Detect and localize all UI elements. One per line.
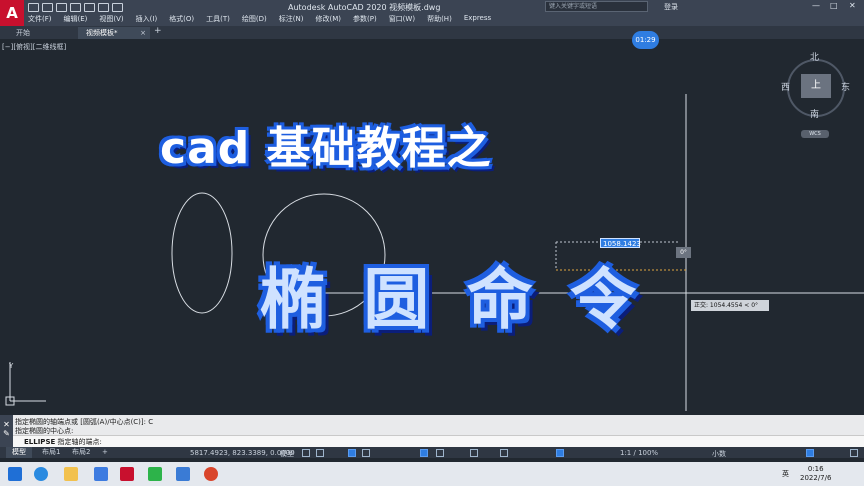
menu-window[interactable]: 窗口(W)	[389, 14, 415, 24]
settings-icon[interactable]: ✎	[0, 429, 13, 438]
ellipse-shape[interactable]	[171, 192, 233, 314]
search-input[interactable]: 键入关键字或短语	[545, 1, 648, 12]
video-headline: cad 基础教程之	[160, 123, 492, 174]
minimize-icon[interactable]: —	[812, 1, 820, 10]
dynamic-length-input[interactable]: 1058.1423	[600, 238, 641, 248]
menu-dimension[interactable]: 标注(N)	[279, 14, 304, 24]
viewport-controls[interactable]: [−][俯视][二维线框]	[2, 42, 66, 52]
polar-icon[interactable]	[362, 449, 370, 457]
window-title: Autodesk AutoCAD 2020 视频模板.dwg	[288, 3, 441, 12]
ortho-icon[interactable]	[348, 449, 356, 457]
save-icon[interactable]	[56, 3, 67, 12]
transparency-icon[interactable]	[500, 449, 508, 457]
osnap-icon[interactable]	[420, 449, 428, 457]
subtitle-char: 令	[569, 261, 636, 338]
viewcube-north[interactable]: 北	[810, 50, 819, 63]
edge-icon[interactable]	[34, 467, 48, 481]
otrack-icon[interactable]	[436, 449, 444, 457]
model-space-toggle[interactable]: 模型	[280, 449, 294, 459]
system-clock[interactable]: 0:16 2022/7/6	[800, 465, 831, 483]
menu-format[interactable]: 格式(O)	[169, 14, 194, 24]
login-link[interactable]: 登录	[664, 2, 678, 12]
menu-insert[interactable]: 插入(I)	[136, 14, 158, 24]
chrome-icon[interactable]	[204, 467, 218, 481]
tab-close-icon[interactable]: ×	[140, 27, 146, 39]
save-as-icon[interactable]	[70, 3, 81, 12]
add-layout-button[interactable]: +	[96, 447, 114, 458]
tab-start[interactable]: 开始	[8, 27, 76, 39]
tab-label: 视频模板*	[86, 29, 118, 37]
close-icon[interactable]: ✕	[0, 420, 13, 429]
clock-date: 2022/7/6	[800, 474, 832, 482]
command-keyword: ELLIPSE	[24, 438, 56, 446]
viewcube-west[interactable]: 西	[781, 80, 790, 93]
autocad-logo-icon[interactable]: A	[0, 0, 24, 26]
drawing-geometry[interactable]	[0, 39, 864, 415]
new-tab-button[interactable]: +	[154, 26, 162, 36]
viewcube-top-face[interactable]: 上	[801, 74, 831, 98]
wechat-icon[interactable]	[148, 467, 162, 481]
menu-parametric[interactable]: 参数(P)	[353, 14, 377, 24]
command-line-handle[interactable]: ✕ ✎	[0, 415, 13, 447]
subtitle-char: 圆	[363, 261, 430, 338]
menu-tools[interactable]: 工具(T)	[206, 14, 230, 24]
undo-icon[interactable]	[98, 3, 109, 12]
polar-tooltip: 正交: 1054.4554 < 0°	[691, 300, 769, 311]
snap-icon[interactable]	[316, 449, 324, 457]
menu-bar: 文件(F) 编辑(E) 视图(V) 插入(I) 格式(O) 工具(T) 绘图(D…	[28, 14, 491, 24]
menu-help[interactable]: 帮助(H)	[427, 14, 452, 24]
command-input[interactable]: ELLIPSE 指定轴的端点:	[0, 435, 864, 447]
redo-icon[interactable]	[112, 3, 123, 12]
annotation-scale[interactable]: 1:1 / 100%	[620, 449, 658, 457]
tab-layout2[interactable]: 布局2	[66, 447, 96, 458]
wcs-menu[interactable]: WCS	[801, 130, 829, 138]
cursor-coordinates: 5817.4923, 823.3389, 0.0000	[190, 449, 295, 457]
subtitle-char: 椭	[260, 261, 326, 338]
title-bar: A Autodesk AutoCAD 2020 视频模板.dwg 键入关键字或短…	[0, 0, 864, 26]
viewcube-south[interactable]: 南	[810, 107, 819, 120]
new-file-icon[interactable]	[28, 3, 39, 12]
tab-video-template[interactable]: 视频模板* ×	[78, 27, 150, 39]
menu-file[interactable]: 文件(F)	[28, 14, 52, 24]
subtitle-char: 命	[466, 261, 533, 338]
lineweight-icon[interactable]	[470, 449, 478, 457]
command-history: 指定椭圆的轴端点或 [圆弧(A)/中心点(C)]: C 指定椭圆的中心点:	[0, 415, 864, 435]
viewcube-east[interactable]: 东	[841, 80, 850, 93]
menu-express[interactable]: Express	[464, 14, 491, 24]
video-subtitle: 椭 圆 命 令	[248, 255, 648, 355]
menu-edit[interactable]: 编辑(E)	[64, 14, 88, 24]
file-explorer-icon[interactable]	[64, 467, 78, 481]
quick-access-toolbar	[28, 3, 123, 13]
menu-draw[interactable]: 绘图(D)	[242, 14, 267, 24]
command-prompt: ELLIPSE 指定轴的端点:	[24, 437, 102, 447]
menu-modify[interactable]: 修改(M)	[315, 14, 341, 24]
tab-layout1[interactable]: 布局1	[36, 447, 66, 458]
dynamic-angle-input[interactable]: 0°	[676, 247, 691, 258]
units-selector[interactable]: 小数	[712, 449, 726, 459]
menu-view[interactable]: 视图(V)	[99, 14, 123, 24]
maximize-icon[interactable]: □	[830, 1, 838, 10]
app-icon[interactable]	[176, 467, 190, 481]
grid-icon[interactable]	[302, 449, 310, 457]
command-prompt-text: 指定轴的端点:	[55, 438, 102, 446]
workspace-icon[interactable]	[806, 449, 814, 457]
annotation-icon[interactable]	[556, 449, 564, 457]
windows-start-icon[interactable]	[8, 467, 22, 481]
recording-timer: 01:29	[632, 31, 659, 49]
tab-model[interactable]: 模型	[6, 447, 32, 458]
ucs-y-label: Y	[9, 362, 14, 370]
open-file-icon[interactable]	[42, 3, 53, 12]
print-icon[interactable]	[84, 3, 95, 12]
customize-icon[interactable]	[850, 449, 858, 457]
autocad-window: A Autodesk AutoCAD 2020 视频模板.dwg 键入关键字或短…	[0, 0, 864, 486]
ime-indicator[interactable]: 英	[782, 469, 789, 479]
clock-time: 0:16	[807, 465, 824, 473]
autocad-taskbar-icon[interactable]	[120, 467, 134, 481]
close-icon[interactable]: ✕	[849, 1, 856, 10]
status-bar	[0, 447, 864, 458]
feishu-icon[interactable]	[94, 467, 108, 481]
